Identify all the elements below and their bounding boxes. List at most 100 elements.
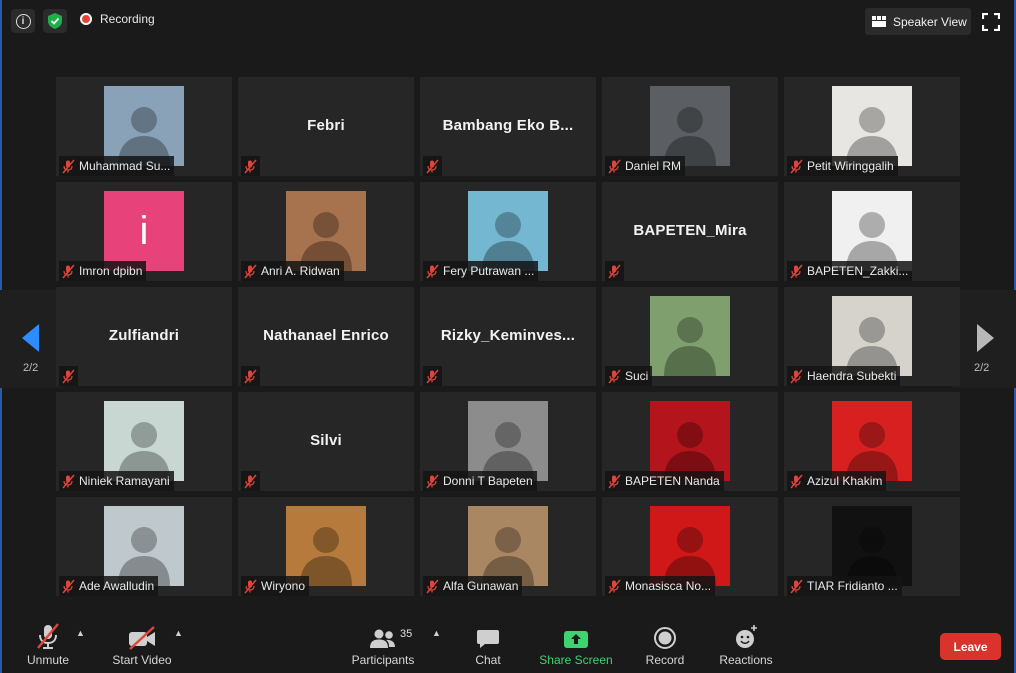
muted-microphone-icon <box>790 579 803 593</box>
previous-page-button[interactable]: 2/2 <box>0 290 62 388</box>
participant-video <box>286 191 366 271</box>
shield-check-icon <box>48 13 62 29</box>
participant-tile[interactable]: Silvi <box>238 392 414 491</box>
info-icon: i <box>15 13 31 29</box>
participant-tile[interactable]: Febri <box>238 77 414 176</box>
participant-tile[interactable]: TIAR Fridianto ... <box>784 497 960 596</box>
participant-tile[interactable]: i Imron dpibn <box>56 182 232 281</box>
participant-label: Niniek Ramayani <box>59 471 174 491</box>
participant-name: Fery Putrawan ... <box>443 264 535 278</box>
participant-label <box>59 366 78 386</box>
participant-tile[interactable]: Fery Putrawan ... <box>420 182 596 281</box>
reactions-button[interactable]: Reactions <box>716 620 776 667</box>
video-options-caret-icon[interactable]: ▲ <box>174 628 183 638</box>
participant-display-name: Silvi <box>310 432 342 449</box>
participant-label: Haendra Subekti <box>787 366 901 386</box>
record-button[interactable]: Record <box>643 620 687 667</box>
participant-tile[interactable]: Nathanael Enrico <box>238 287 414 386</box>
video-camera-off-icon <box>129 626 155 650</box>
participant-video <box>832 191 912 271</box>
participant-label: Ade Awalludin <box>59 576 159 596</box>
participant-tile[interactable]: Haendra Subekti <box>784 287 960 386</box>
participant-tile[interactable]: Wiryono <box>238 497 414 596</box>
muted-microphone-icon <box>426 369 439 383</box>
encryption-button[interactable] <box>43 9 67 33</box>
participant-name: Haendra Subekti <box>807 369 897 383</box>
top-bar: i Recording Speaker View <box>0 0 1016 42</box>
participant-name: Azizul Khakim <box>807 474 883 488</box>
muted-microphone-icon <box>608 159 621 173</box>
meeting-info-button[interactable]: i <box>11 9 35 33</box>
speaker-view-button[interactable]: Speaker View <box>865 8 971 35</box>
participant-name: Imron dpibn <box>79 264 143 278</box>
grid-view-icon <box>872 16 886 27</box>
share-screen-button[interactable]: Share Screen <box>539 620 613 667</box>
avatar-initial: i <box>139 209 149 253</box>
participant-tile[interactable]: Rizky_Keminves... <box>420 287 596 386</box>
participant-tile[interactable]: Monasisca No... <box>602 497 778 596</box>
participant-tile[interactable]: BAPETEN Nanda <box>602 392 778 491</box>
participant-tile[interactable]: BAPETEN_Mira <box>602 182 778 281</box>
participant-tile[interactable]: Muhammad Su... <box>56 77 232 176</box>
participant-tile[interactable]: Petit Wiringgalih <box>784 77 960 176</box>
participant-name: Suci <box>625 369 649 383</box>
fullscreen-icon[interactable] <box>982 13 1000 31</box>
chat-button[interactable]: Chat <box>470 620 506 667</box>
participant-tile[interactable]: Bambang Eko B... <box>420 77 596 176</box>
participant-name: BAPETEN Nanda <box>625 474 720 488</box>
participant-video <box>832 296 912 376</box>
muted-microphone-icon <box>608 579 621 593</box>
participant-video <box>468 191 548 271</box>
participant-label <box>423 156 442 176</box>
leave-meeting-button[interactable]: Leave <box>940 633 1001 660</box>
participant-label: Fery Putrawan ... <box>423 261 539 281</box>
participant-tile[interactable]: Suci <box>602 287 778 386</box>
unmute-label: Unmute <box>26 653 70 667</box>
participant-video <box>650 506 730 586</box>
muted-microphone-icon <box>62 159 75 173</box>
participant-label: Wiryono <box>241 576 310 596</box>
participant-tile[interactable]: Daniel RM <box>602 77 778 176</box>
participant-label <box>605 261 624 281</box>
person-silhouette-icon <box>118 422 170 481</box>
start-video-button[interactable]: Start Video <box>108 620 176 667</box>
participant-display-name: Febri <box>307 117 345 134</box>
participants-options-caret-icon[interactable]: ▲ <box>432 628 441 638</box>
muted-microphone-icon <box>790 474 803 488</box>
participant-label: Petit Wiringgalih <box>787 156 898 176</box>
participant-name: Anri A. Ridwan <box>261 264 340 278</box>
person-silhouette-icon <box>118 107 170 166</box>
microphone-muted-icon <box>37 623 59 649</box>
participant-video <box>832 86 912 166</box>
participant-name: Monasisca No... <box>625 579 712 593</box>
participant-video: i <box>104 191 184 271</box>
unmute-button[interactable]: Unmute <box>20 620 76 667</box>
next-page-button[interactable]: 2/2 <box>953 290 1016 388</box>
participant-label <box>423 366 442 386</box>
participant-tile[interactable]: Niniek Ramayani <box>56 392 232 491</box>
person-silhouette-icon <box>482 527 534 586</box>
muted-microphone-icon <box>790 264 803 278</box>
participant-name: Donni T Bapeten <box>443 474 533 488</box>
participant-video <box>286 506 366 586</box>
participant-tile[interactable]: BAPETEN_Zakki... <box>784 182 960 281</box>
participant-label <box>241 156 260 176</box>
participant-display-name: Bambang Eko B... <box>442 117 574 134</box>
recording-indicator[interactable]: Recording <box>80 12 155 26</box>
participant-name: Ade Awalludin <box>79 579 155 593</box>
record-icon <box>654 627 676 649</box>
participant-tile[interactable]: Zulfiandri <box>56 287 232 386</box>
audio-options-caret-icon[interactable]: ▲ <box>76 628 85 638</box>
participant-tile[interactable]: Azizul Khakim <box>784 392 960 491</box>
participant-tile[interactable]: Alfa Gunawan <box>420 497 596 596</box>
person-silhouette-icon <box>300 212 352 271</box>
person-silhouette-icon <box>846 212 898 271</box>
person-silhouette-icon <box>846 527 898 586</box>
participant-video <box>650 401 730 481</box>
muted-microphone-icon <box>426 159 439 173</box>
participant-tile[interactable]: Ade Awalludin <box>56 497 232 596</box>
participant-tile[interactable]: Anri A. Ridwan <box>238 182 414 281</box>
participant-tile[interactable]: Donni T Bapeten <box>420 392 596 491</box>
participant-label: Anri A. Ridwan <box>241 261 344 281</box>
participant-video <box>468 401 548 481</box>
